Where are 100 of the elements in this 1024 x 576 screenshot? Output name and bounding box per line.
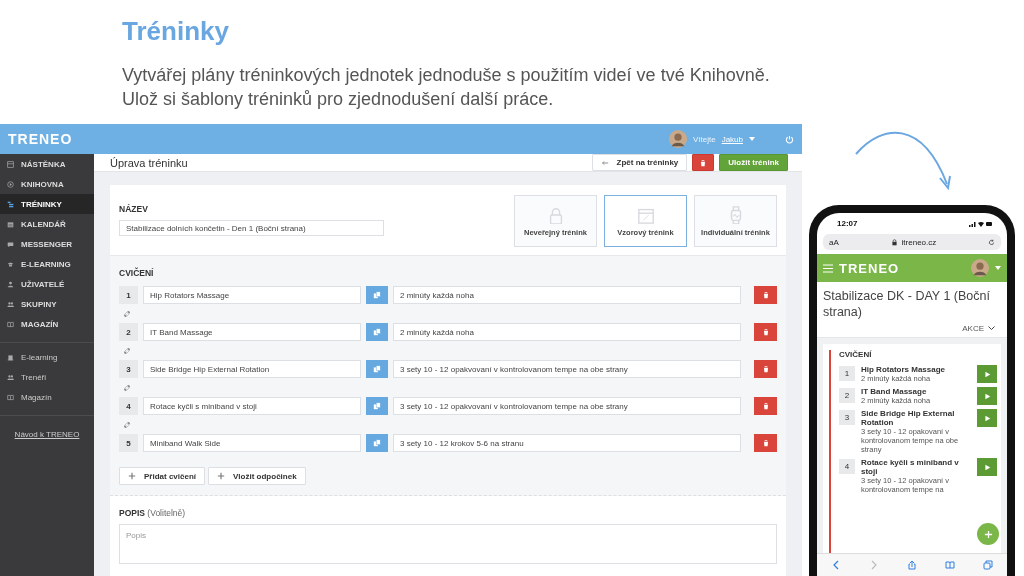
copy-button[interactable] [366,286,388,304]
exercise-name: IT Band Massage [861,387,928,396]
status-time: 12:07 [837,219,858,228]
calendar-icon [7,220,14,228]
play-button[interactable] [977,365,997,383]
delete-button[interactable] [754,323,777,341]
exercise-name-field[interactable]: Rotace kyčli s miniband v stoji [143,397,361,415]
book-icon[interactable] [945,560,955,570]
play-button[interactable] [977,387,997,405]
exercise-name: Rotace kyčli s miniband v stoji [861,458,960,476]
copy-button[interactable] [366,323,388,341]
sidebar-item[interactable]: MAGAZÍN [0,314,94,334]
sidebar-item[interactable]: E-learning [0,347,94,367]
url-text: itreneo.cz [901,237,937,247]
person-icon [7,280,14,288]
sidebar-item[interactable]: SKUPINY [0,294,94,314]
trash-icon [761,328,770,336]
sidebar-item[interactable]: Magazín [0,387,94,407]
play-icon [983,392,991,400]
slide-title: Tréninky [122,16,230,47]
add-rest-button[interactable]: Vložit odpočinek [208,467,306,485]
avatar-icon[interactable] [668,130,687,148]
trash-icon [699,158,708,167]
caret-icon[interactable] [749,137,755,141]
address-bar[interactable]: aA itreneo.cz [823,234,1001,250]
menu-icon[interactable] [823,263,833,273]
guide-link[interactable]: Návod k TRENEO [14,430,80,439]
exercise-number: 3 [119,360,138,378]
avatar-icon[interactable] [971,259,989,277]
forward-icon[interactable] [869,560,879,570]
play-button[interactable] [977,458,997,476]
exercise-note-field[interactable]: 3 sety 10 - 12 opakvovaní v kontrolovanom tempe na obe strany [393,397,741,415]
chain-link-icon [123,309,131,318]
exercise-note-field[interactable]: 3 sety 10 - 12 krokov 5-6 na stranu [393,434,741,452]
add-exercise-button[interactable]: Přidat cvičení [119,467,206,485]
page-title: Úprava tréninku [110,156,188,169]
trash-icon [761,439,770,447]
exercise-name-field[interactable]: Side Bridge Hip External Rotation [143,360,361,378]
exercise-name-field[interactable]: Miniband Walk Side [143,434,361,452]
exercise-name-field[interactable]: Hip Rotators Massage [143,286,361,304]
delete-button[interactable] [754,286,777,304]
delete-button[interactable] [754,360,777,378]
share-icon[interactable] [907,560,917,570]
exercise-name-field[interactable]: IT Band Massage [143,323,361,341]
chat-icon [7,240,14,248]
sidebar-item[interactable]: MESSENGER [0,234,94,254]
name-field[interactable]: Stabilizace dolních končetin - Den 1 (Boční strana) [119,220,384,236]
play-icon [983,414,991,422]
exercise-note-field[interactable]: 2 minúty každá noha [393,286,741,304]
play-icon [983,463,991,471]
delete-button[interactable] [692,154,715,171]
play-button[interactable] [977,409,997,427]
copy-button[interactable] [366,434,388,452]
actions-menu[interactable]: AKCE [962,324,984,333]
exercise-number: 3 [839,410,855,425]
sidebar-item[interactable]: NÁSTĚNKA [0,154,94,174]
exercise-number: 4 [119,397,138,415]
copy-button[interactable] [366,360,388,378]
plus-icon [128,472,136,480]
trash-icon [761,402,770,410]
reload-icon[interactable] [988,238,995,246]
sidebar-item[interactable]: E-LEARNING [0,254,94,274]
status-icons [969,220,993,227]
copy-icon [373,328,381,336]
sidebar-item[interactable]: KNIHOVNA [0,174,94,194]
chevron-down-icon[interactable] [988,326,995,331]
copy-button[interactable] [366,397,388,415]
book-icon [7,320,14,328]
sidebar-item[interactable]: UŽIVATELÉ [0,274,94,294]
exercise-note-field[interactable]: 2 minúty každá noha [393,323,741,341]
copy-icon [373,402,381,410]
copy-icon [373,365,381,373]
text-size-button[interactable]: aA [829,237,839,247]
arrow-left-icon [600,158,609,167]
tabs-icon[interactable] [983,560,993,570]
sidebar-item[interactable]: KALENDÁŘ [0,214,94,234]
exercise-name: Hip Rotators Massage [861,365,947,374]
exercise-name: Side Bridge Hip External Rotation [861,409,956,427]
caret-icon[interactable] [995,266,1001,270]
play-icon [983,370,991,378]
chain-link-icon [123,420,131,429]
delete-button[interactable] [754,397,777,415]
people-icon [7,373,14,381]
plus-icon [983,529,993,539]
back-button[interactable]: Zpět na tréninky [591,154,688,171]
slide-subtitle: Vytvářej plány tréninkových jednotek jednoduše s použitím videí ve tvé Knihovně. [122,64,771,87]
copy-icon [373,439,381,447]
exercise-number: 1 [119,286,138,304]
sidebar-item[interactable]: TRÉNINKY [0,194,94,214]
section-label: CVIČENÍ [839,350,873,359]
delete-button[interactable] [754,434,777,452]
back-icon[interactable] [831,560,841,570]
description-label: POPIS (Volitelně) [119,508,187,518]
power-icon[interactable] [785,134,794,144]
plus-icon [217,472,226,480]
exercise-note-field[interactable]: 3 sety 10 - 12 opakvovaní v kontrolovanom tempe na obe strany [393,360,741,378]
name-label: NÁZEV [119,204,149,214]
exercise-number: 5 [119,434,138,452]
sidebar-item[interactable]: Trenéři [0,367,94,387]
list-icon [7,200,14,208]
